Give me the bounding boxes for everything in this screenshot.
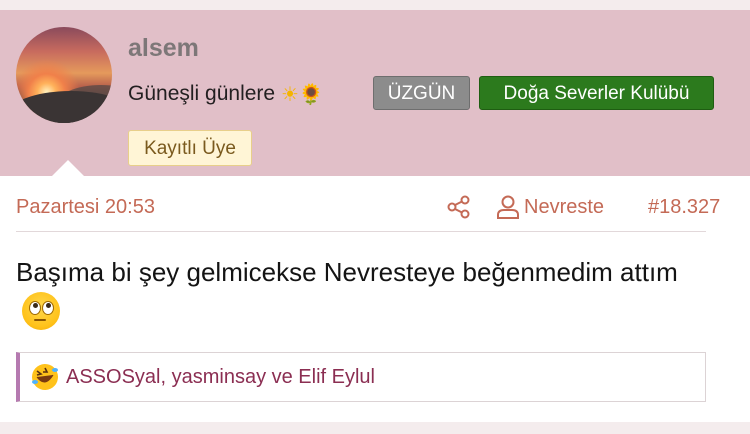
username[interactable]: alsem — [128, 34, 199, 63]
post-date-link[interactable]: Pazartesi 20:53 — [16, 196, 155, 219]
laughing-emoji-icon — [32, 364, 58, 390]
post-meta: Pazartesi 20:53 Nevreste #18.327 — [16, 194, 720, 224]
meta-divider — [16, 231, 706, 232]
sun-emoji-icon: ☀ — [280, 84, 299, 106]
post-author-link[interactable]: Nevreste — [524, 196, 604, 219]
user-tagline: Güneşli günlere ☀🌻 — [128, 82, 324, 107]
message-pointer — [52, 160, 84, 176]
post-text: Başıma bi şey gelmicekse Nevresteye beğe… — [16, 257, 678, 287]
post-number-link[interactable]: #18.327 — [648, 196, 720, 219]
bottom-strip — [0, 422, 750, 434]
tagline-text: Güneşli günlere — [128, 82, 276, 105]
user-icon — [497, 195, 519, 219]
user-header: alsem Güneşli günlere ☀🌻 ÜZGÜN Doğa Seve… — [0, 10, 750, 176]
rolling-eyes-emoji-icon — [22, 292, 60, 330]
sunflower-emoji-icon: 🌻 — [298, 84, 324, 106]
mood-badge: ÜZGÜN — [373, 76, 470, 110]
avatar[interactable] — [16, 27, 112, 123]
top-strip — [0, 0, 750, 10]
share-icon[interactable] — [446, 194, 472, 220]
reactions-bar[interactable]: ASSOSyal, yasminsay ve Elif Eylul — [16, 352, 706, 402]
post-body: Başıma bi şey gelmicekse Nevresteye beğe… — [16, 252, 716, 333]
member-role-badge: Kayıtlı Üye — [128, 130, 252, 166]
reaction-users[interactable]: ASSOSyal, yasminsay ve Elif Eylul — [66, 366, 375, 389]
club-badge[interactable]: Doğa Severler Kulübü — [479, 76, 714, 110]
